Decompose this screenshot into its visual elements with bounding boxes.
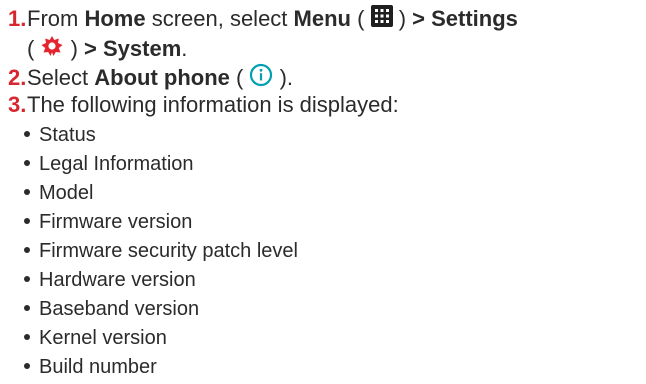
list-item: Model bbox=[24, 181, 93, 205]
bullet-icon bbox=[24, 275, 30, 282]
list-item: Status bbox=[24, 123, 96, 147]
paren-close: ) bbox=[398, 6, 413, 31]
bullet-icon bbox=[24, 246, 30, 253]
menu-grid-icon bbox=[370, 5, 393, 33]
list-item: Build number bbox=[24, 355, 157, 379]
bullet-icon bbox=[24, 362, 30, 369]
bullet-icon bbox=[24, 217, 30, 224]
list-item-label: Model bbox=[39, 182, 94, 204]
list-item-label: Baseband version bbox=[39, 298, 200, 320]
bullet-icon bbox=[24, 159, 30, 166]
list-item-label: Firmware version bbox=[39, 211, 193, 233]
instruction-page: 1.From Home screen, select Menu ( ) > Se… bbox=[0, 0, 646, 384]
paren-open-2: ( bbox=[27, 36, 35, 61]
bullet-icon bbox=[24, 333, 30, 340]
paren-close-3: ). bbox=[279, 64, 294, 90]
list-item: Legal Information bbox=[24, 152, 194, 176]
list-item-label: Legal Information bbox=[39, 153, 194, 175]
step-1-text-screen: screen, select bbox=[145, 6, 294, 31]
list-item: Hardware version bbox=[24, 268, 196, 292]
step-3: 3.The following information is displayed… bbox=[8, 92, 399, 118]
paren-open: ( bbox=[350, 6, 365, 31]
settings-label: > Settings bbox=[412, 6, 518, 31]
bullet-icon bbox=[24, 304, 30, 311]
settings-gear-icon bbox=[40, 35, 64, 63]
step-1-line-2: ( ) > System. bbox=[8, 36, 187, 64]
paren-close-2: ) bbox=[70, 36, 85, 61]
home-label: Home bbox=[84, 6, 146, 31]
menu-label: Menu bbox=[293, 6, 351, 31]
step-1-number: 1. bbox=[8, 6, 27, 31]
list-item-label: Firmware security patch level bbox=[39, 240, 298, 262]
step-2: 2.Select About phone ( ). bbox=[8, 63, 294, 94]
paren-open-3: ( bbox=[229, 64, 244, 90]
step-2-number: 2. bbox=[8, 64, 27, 90]
list-item: Kernel version bbox=[24, 326, 167, 350]
bullet-icon bbox=[24, 188, 30, 195]
step-3-number: 3. bbox=[8, 92, 27, 117]
step-3-text: The following information is displayed: bbox=[27, 92, 399, 117]
step-1-period: . bbox=[181, 36, 188, 61]
list-item: Baseband version bbox=[24, 297, 199, 321]
system-label: > System bbox=[84, 36, 182, 61]
bullet-icon bbox=[24, 130, 30, 137]
step-1-text-from: From bbox=[27, 6, 85, 31]
list-item-label: Hardware version bbox=[39, 269, 196, 291]
step-1: 1.From Home screen, select Menu ( ) > Se… bbox=[8, 5, 518, 34]
about-phone-label: About phone bbox=[94, 64, 230, 90]
list-item: Firmware version bbox=[24, 210, 192, 234]
list-item: Firmware security patch level bbox=[24, 239, 298, 263]
list-item-label: Build number bbox=[39, 356, 157, 378]
list-item-label: Kernel version bbox=[39, 327, 167, 349]
list-item-label: Status bbox=[39, 124, 96, 146]
info-circle-icon bbox=[249, 63, 273, 93]
step-2-text-select: Select bbox=[27, 64, 95, 90]
